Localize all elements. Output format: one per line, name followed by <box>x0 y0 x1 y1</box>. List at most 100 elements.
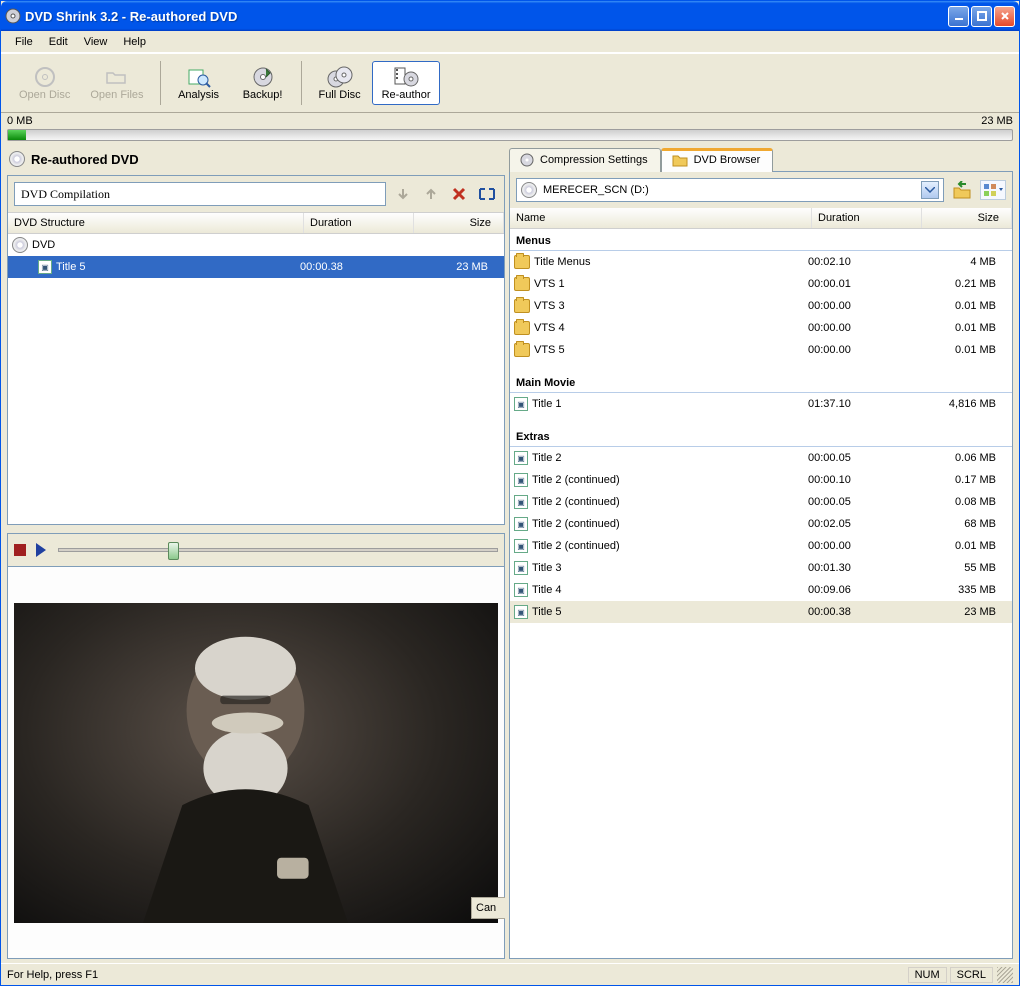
list-item[interactable]: ▣Title 2 (continued)00:00.000.01 MB <box>510 535 1012 557</box>
structure-root[interactable]: DVD <box>8 234 504 256</box>
trim-button[interactable] <box>476 183 498 205</box>
list-item[interactable]: Title Menus00:02.104 MB <box>510 251 1012 273</box>
item-size: 23 MB <box>918 606 1008 618</box>
compilation-name-input[interactable] <box>14 182 386 206</box>
hdr-structure[interactable]: DVD Structure <box>8 213 304 233</box>
analysis-label: Analysis <box>178 89 219 101</box>
main-area: Re-authored DVD DVD Structure Duration S… <box>1 143 1019 963</box>
toolbar: Open Disc Open Files Analysis Backup! Fu… <box>1 53 1019 113</box>
list-item[interactable]: VTS 300:00.000.01 MB <box>510 295 1012 317</box>
toolbar-separator <box>301 61 302 105</box>
hdr-size[interactable]: Size <box>922 208 1012 228</box>
title-icon: ▣ <box>514 397 528 411</box>
size-bar: 0 MB 23 MB <box>1 113 1019 143</box>
title-icon: ▣ <box>514 517 528 531</box>
section-main-movie: Main Movie <box>510 371 1012 393</box>
item-size: 4 MB <box>918 256 1008 268</box>
menu-help[interactable]: Help <box>115 34 154 50</box>
item-size: 0.08 MB <box>918 496 1008 508</box>
hdr-name[interactable]: Name <box>510 208 812 228</box>
item-name: Title 1 <box>532 398 562 410</box>
structure-box: DVD Structure Duration Size DVD ▣Title 5… <box>7 175 505 525</box>
menu-file[interactable]: File <box>7 34 41 50</box>
list-item[interactable]: ▣Title 2 (continued)00:02.0568 MB <box>510 513 1012 535</box>
menu-bar: File Edit View Help <box>1 31 1019 53</box>
re-author-button[interactable]: Re-author <box>372 61 441 105</box>
resize-grip[interactable] <box>997 967 1013 983</box>
item-duration: 00:02.10 <box>808 256 918 268</box>
list-item[interactable]: VTS 500:00.000.01 MB <box>510 339 1012 361</box>
left-panel: Re-authored DVD DVD Structure Duration S… <box>7 147 505 959</box>
status-num: NUM <box>908 967 947 983</box>
close-button[interactable] <box>994 6 1015 27</box>
full-disc-icon <box>327 65 353 89</box>
analysis-button[interactable]: Analysis <box>167 61 231 105</box>
title-icon: ▣ <box>514 605 528 619</box>
structure-header: DVD Structure Duration Size <box>8 213 504 234</box>
drive-select[interactable]: MERECER_SCN (D:) <box>516 178 944 202</box>
hdr-duration[interactable]: Duration <box>812 208 922 228</box>
re-author-icon <box>393 65 419 89</box>
disc-icon <box>12 237 28 253</box>
list-item[interactable]: ▣Title 300:01.3055 MB <box>510 557 1012 579</box>
item-name: Title 2 (continued) <box>532 518 620 530</box>
item-size: 0.21 MB <box>918 278 1008 290</box>
analysis-icon <box>186 65 212 89</box>
item-duration: 00:00.00 <box>808 344 918 356</box>
minimize-button[interactable] <box>948 6 969 27</box>
up-folder-button[interactable] <box>952 181 972 199</box>
list-item[interactable]: VTS 400:00.000.01 MB <box>510 317 1012 339</box>
hdr-size[interactable]: Size <box>414 213 504 233</box>
list-item[interactable]: ▣Title 500:00.3823 MB <box>510 601 1012 623</box>
list-item[interactable]: ▣Title 2 (continued)00:00.100.17 MB <box>510 469 1012 491</box>
structure-item[interactable]: ▣Title 5 00:00.38 23 MB <box>8 256 504 278</box>
full-disc-button[interactable]: Full Disc <box>308 61 372 105</box>
list-item[interactable]: ▣Title 400:09.06335 MB <box>510 579 1012 601</box>
backup-icon <box>250 65 276 89</box>
drive-toolbar: MERECER_SCN (D:) <box>510 172 1012 208</box>
cancel-label: Can <box>476 902 496 914</box>
open-files-button[interactable]: Open Files <box>80 61 153 105</box>
delete-button[interactable] <box>448 183 470 205</box>
list-item[interactable]: ▣Title 200:00.050.06 MB <box>510 447 1012 469</box>
play-button[interactable] <box>36 543 48 557</box>
item-name: Title 2 <box>532 452 562 464</box>
preview-slider[interactable] <box>58 540 498 560</box>
preview-controls <box>7 533 505 566</box>
item-name: Title 2 (continued) <box>532 540 620 552</box>
open-disc-button[interactable]: Open Disc <box>9 61 80 105</box>
slider-thumb[interactable] <box>168 542 179 560</box>
list-item[interactable]: ▣Title 2 (continued)00:00.050.08 MB <box>510 491 1012 513</box>
item-size: 0.01 MB <box>918 322 1008 334</box>
re-author-label: Re-author <box>382 89 431 101</box>
tab-browser[interactable]: DVD Browser <box>661 148 774 172</box>
item-duration: 00:00.38 <box>808 606 918 618</box>
list-item[interactable]: ▣Title 101:37.104,816 MB <box>510 393 1012 415</box>
tab-compression[interactable]: Compression Settings <box>509 148 661 172</box>
item-size: 0.01 MB <box>918 344 1008 356</box>
stop-button[interactable] <box>14 544 26 556</box>
browser-list: Menus Title Menus00:02.104 MBVTS 100:00.… <box>510 229 1012 958</box>
cancel-button-stub[interactable]: Can <box>471 897 505 919</box>
menu-edit[interactable]: Edit <box>41 34 76 50</box>
move-down-button[interactable] <box>392 183 414 205</box>
item-duration: 00:00.00 <box>808 300 918 312</box>
item-duration: 00:00.00 <box>808 322 918 334</box>
hdr-duration[interactable]: Duration <box>304 213 414 233</box>
title-icon: ▣ <box>514 583 528 597</box>
preview-panel: Can <box>7 533 505 959</box>
app-icon <box>5 8 21 24</box>
menu-folder-icon <box>514 299 530 313</box>
menu-view[interactable]: View <box>76 34 116 50</box>
item-size: 4,816 MB <box>918 398 1008 410</box>
item-name: Title 2 (continued) <box>532 474 620 486</box>
item-size: 55 MB <box>918 562 1008 574</box>
view-options-button[interactable] <box>980 180 1006 200</box>
preview-frame <box>7 566 505 959</box>
backup-button[interactable]: Backup! <box>231 61 295 105</box>
list-item[interactable]: VTS 100:00.010.21 MB <box>510 273 1012 295</box>
move-up-button[interactable] <box>420 183 442 205</box>
maximize-button[interactable] <box>971 6 992 27</box>
folder-open-icon <box>104 65 130 89</box>
item-name: VTS 3 <box>534 300 565 312</box>
